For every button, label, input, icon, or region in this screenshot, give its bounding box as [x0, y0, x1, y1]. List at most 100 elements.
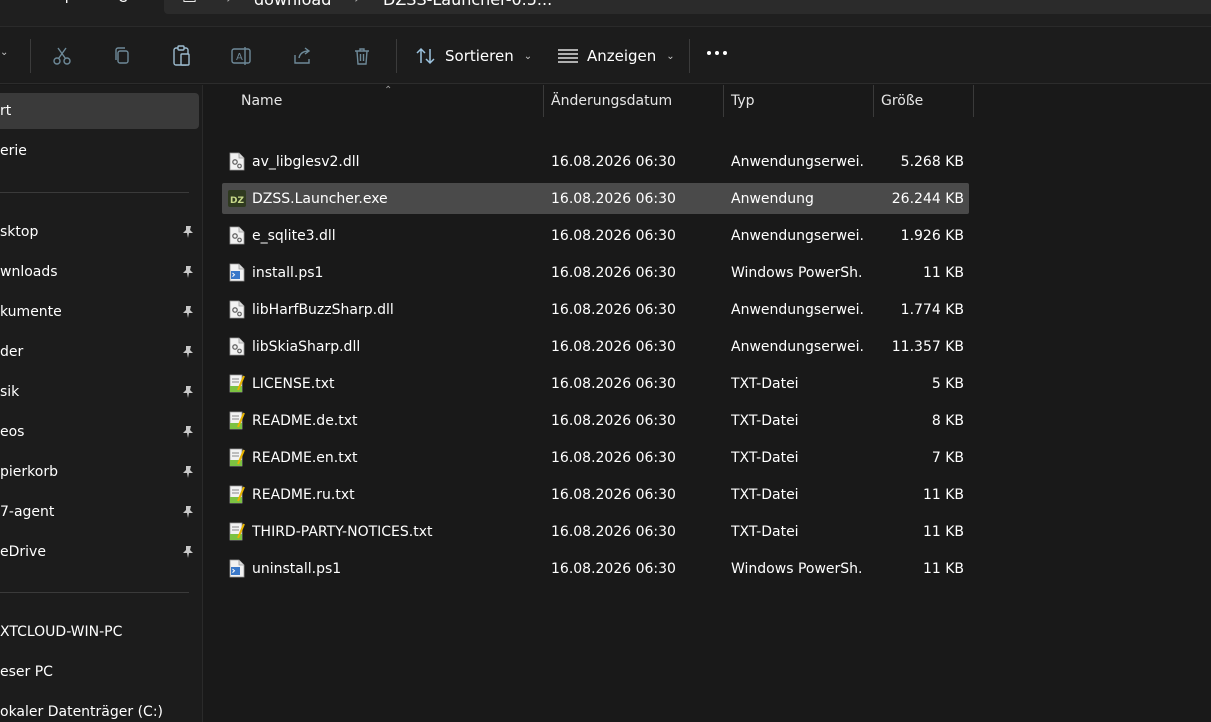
file-name: av_libglesv2.dll	[252, 153, 360, 170]
sidebar-item-music[interactable]: sik	[0, 374, 199, 410]
share-button[interactable]	[287, 41, 317, 71]
breadcrumb-item-folder[interactable]: DZSS-Launcher-0.5...	[383, 0, 552, 9]
up-arrow-icon[interactable]: ↑	[60, 0, 73, 7]
column-header-size[interactable]: Größe	[881, 85, 971, 117]
pin-icon[interactable]	[180, 304, 196, 320]
file-row[interactable]: LICENSE.txt 16.08.2026 06:30 TXT-Datei 5 KB	[222, 368, 969, 399]
sort-button[interactable]: Sortieren ⌄	[415, 43, 532, 69]
rename-button[interactable]: A	[227, 41, 257, 71]
sort-icon	[416, 47, 435, 65]
navigation-pane: rt erie sktop wnloads kumente der sik eo…	[0, 85, 203, 722]
sidebar-item-label: sktop	[0, 224, 39, 240]
toolbar-separator	[30, 39, 31, 73]
sidebar-item-home[interactable]: rt	[0, 93, 199, 129]
file-type: Anwendungserwei...	[731, 153, 863, 170]
file-date: 16.08.2026 06:30	[551, 190, 676, 207]
chevron-down-icon[interactable]: ⌄	[0, 47, 8, 58]
refresh-icon[interactable]: ⟳	[118, 0, 131, 7]
file-row[interactable]: DZ DZSS.Launcher.exe 16.08.2026 06:30 Anwen…	[222, 183, 969, 214]
view-button[interactable]: Anzeigen ⌄	[557, 43, 675, 69]
file-row[interactable]: e_sqlite3.dll 16.08.2026 06:30 Anwendungse…	[222, 220, 969, 251]
file-row[interactable]: libHarfBuzzSharp.dll 16.08.2026 06:30 Anwe…	[222, 294, 969, 325]
text-file-icon	[229, 485, 245, 504]
breadcrumb-item-download[interactable]: download	[254, 0, 331, 9]
text-file-icon	[229, 448, 245, 467]
sidebar-item-network-pc[interactable]: XTCLOUD-WIN-PC	[0, 614, 199, 650]
file-name: README.de.txt	[252, 412, 358, 429]
cut-button[interactable]	[47, 41, 77, 71]
file-row[interactable]: README.ru.txt 16.08.2026 06:30 TXT-Datei 11…	[222, 479, 969, 510]
command-bar: ⌄ A Sortieren ⌄ Anzeigen ⌄	[0, 26, 1211, 84]
column-header-type[interactable]: Typ	[731, 85, 871, 117]
file-date: 16.08.2026 06:30	[551, 338, 676, 355]
sidebar-item-label: okaler Datenträger (C:)	[0, 704, 163, 720]
column-separator[interactable]	[973, 85, 974, 117]
delete-button[interactable]	[347, 41, 377, 71]
more-options-button[interactable]	[707, 51, 727, 55]
dll-file-icon	[229, 152, 245, 171]
file-size: 11 KB	[922, 523, 964, 540]
pin-icon[interactable]	[180, 344, 196, 360]
file-row[interactable]: README.en.txt 16.08.2026 06:30 TXT-Datei 7 …	[222, 442, 969, 473]
chevron-right-icon[interactable]: ›	[226, 0, 232, 7]
file-name: e_sqlite3.dll	[252, 227, 336, 244]
sidebar-item-gallery[interactable]: erie	[0, 133, 199, 169]
copy-button[interactable]	[107, 41, 137, 71]
sidebar-item-label: rt	[0, 103, 12, 119]
pin-icon[interactable]	[180, 544, 196, 560]
pin-icon[interactable]	[180, 424, 196, 440]
pin-icon[interactable]	[180, 264, 196, 280]
file-date: 16.08.2026 06:30	[551, 523, 676, 540]
paste-button[interactable]	[167, 41, 197, 71]
file-type: TXT-Datei	[731, 375, 799, 392]
file-row[interactable]: uninstall.ps1 16.08.2026 06:30 Windows Pow…	[222, 553, 969, 584]
sidebar-divider	[0, 192, 189, 193]
pin-icon[interactable]	[180, 224, 196, 240]
file-size: 8 KB	[931, 412, 964, 429]
text-file-icon	[229, 374, 245, 393]
sidebar-item-this-pc[interactable]: eser PC	[0, 654, 199, 690]
file-row[interactable]: README.de.txt 16.08.2026 06:30 TXT-Datei 8 …	[222, 405, 969, 436]
sidebar-item-desktop[interactable]: sktop	[0, 214, 199, 250]
rename-icon: A	[231, 47, 251, 65]
paste-icon	[173, 45, 190, 66]
sidebar-item-local-disk[interactable]: okaler Datenträger (C:)	[0, 694, 199, 722]
file-date: 16.08.2026 06:30	[551, 264, 676, 281]
file-row[interactable]: install.ps1 16.08.2026 06:30 Windows Power…	[222, 257, 969, 288]
sidebar-item-agent[interactable]: 7-agent	[0, 494, 199, 530]
file-date: 16.08.2026 06:30	[551, 301, 676, 318]
sidebar-item-videos[interactable]: eos	[0, 414, 199, 450]
sidebar-item-documents[interactable]: kumente	[0, 294, 199, 330]
sidebar-item-label: pierkorb	[0, 464, 58, 480]
file-type: TXT-Datei	[731, 523, 799, 540]
sidebar-item-label: 7-agent	[0, 504, 55, 520]
file-row[interactable]: libSkiaSharp.dll 16.08.2026 06:30 Anwendun…	[222, 331, 969, 362]
pin-icon[interactable]	[180, 464, 196, 480]
column-header-name[interactable]: Name	[241, 85, 541, 117]
pin-icon[interactable]	[180, 504, 196, 520]
sidebar-item-recycle-bin[interactable]: pierkorb	[0, 454, 199, 490]
file-type: TXT-Datei	[731, 486, 799, 503]
text-file-icon	[229, 522, 245, 541]
pin-icon[interactable]	[180, 384, 196, 400]
file-row[interactable]: av_libglesv2.dll 16.08.2026 06:30 Anwendun…	[222, 146, 969, 177]
file-row[interactable]: THIRD-PARTY-NOTICES.txt 16.08.2026 06:30 T…	[222, 516, 969, 547]
file-name: README.ru.txt	[252, 486, 355, 503]
sidebar-item-onedrive[interactable]: eDrive	[0, 534, 199, 570]
file-date: 16.08.2026 06:30	[551, 153, 676, 170]
sidebar-item-downloads[interactable]: wnloads	[0, 254, 199, 290]
column-separator[interactable]	[723, 85, 724, 117]
file-type: TXT-Datei	[731, 412, 799, 429]
column-header-date[interactable]: Änderungsdatum	[551, 85, 721, 117]
file-name: install.ps1	[252, 264, 324, 281]
sidebar-item-pictures[interactable]: der	[0, 334, 199, 370]
file-size: 11 KB	[922, 264, 964, 281]
file-name: README.en.txt	[252, 449, 358, 466]
chevron-right-icon[interactable]: ›	[354, 0, 360, 7]
column-separator[interactable]	[543, 85, 544, 117]
file-size: 26.244 KB	[891, 190, 964, 207]
file-size: 5 KB	[931, 375, 964, 392]
dll-file-icon	[229, 337, 245, 356]
sidebar-item-label: eDrive	[0, 544, 46, 560]
column-separator[interactable]	[873, 85, 874, 117]
